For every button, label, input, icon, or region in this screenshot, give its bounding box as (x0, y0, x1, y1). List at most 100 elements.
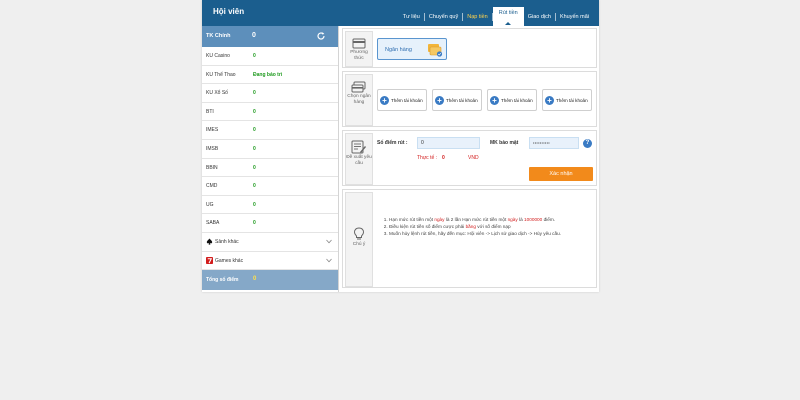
wallet-row: KU Thể Thao Đang bảo trì (202, 66, 338, 85)
note-text: điểm. (542, 217, 556, 222)
chevron-down-icon (326, 258, 332, 262)
note-item: Hạn mức rút tiền một ngày là 2 lần Hạn m… (389, 216, 592, 223)
wallet-value: 0 (253, 145, 256, 152)
wallet-row: BTI 0 (202, 103, 338, 122)
wallet-value: 0 (253, 183, 256, 190)
note-item: Điều kiện rút tiền số điểm cược phải bằn… (389, 223, 592, 230)
other-games-label: Games khác (215, 257, 244, 264)
wallet-name: BTI (206, 108, 214, 115)
method-section: Phương thức Ngân hàng (342, 28, 597, 68)
plus-icon: + (545, 96, 554, 105)
chevron-down-icon (326, 239, 332, 244)
total-points-label: Tổng số điểm (206, 277, 239, 284)
request-tile: Đề xuất yêu cầu (345, 133, 373, 185)
page-title: Hội viên (213, 7, 245, 16)
password-label: MK bảo mật (490, 140, 519, 146)
bank-tile: Chọn ngân hàng (345, 74, 373, 126)
add-account-label: Thêm tài khoản (391, 98, 423, 103)
notes-tile: Chú ý (345, 192, 373, 287)
method-label: Phương thức (350, 50, 368, 61)
main-account-row: TK Chính 0 (202, 26, 338, 47)
wallet-row: SABA 0 (202, 214, 338, 233)
wallet-value: Đang bảo trì (253, 71, 283, 78)
points-input[interactable]: 0 (417, 137, 480, 149)
password-input[interactable]: •••••••••• (529, 137, 579, 149)
wallet-row: BBIN 0 (202, 159, 338, 178)
note-text: Hạn mức rút tiền một (389, 217, 435, 222)
nav-tu-lieu[interactable]: Tư liệu (399, 12, 424, 26)
lightbulb-icon (353, 227, 365, 240)
request-label: Đề xuất yêu cầu (346, 155, 372, 166)
confirm-button[interactable]: Xác nhận (529, 167, 593, 181)
wallet-value: 0 (253, 220, 256, 227)
wallet-name: UG (206, 201, 214, 208)
note-text: là 2 lần Hạn mức rút tiền một (444, 217, 508, 222)
wallet-row: IMSB 0 (202, 140, 338, 159)
wallet-row: CMD 0 (202, 177, 338, 196)
bank-card-icon (428, 44, 443, 57)
wallet-name: CMD (206, 183, 218, 190)
add-account-label: Thêm tài khoản (501, 98, 533, 103)
wallet-sidebar: TK Chính 0 KU Casino 0 KU Thể Thao Đang … (202, 26, 339, 292)
total-points-value: 0 (253, 276, 257, 283)
note-highlight: bằng (465, 224, 476, 229)
note-highlight: 1000000 (524, 217, 543, 222)
seven-icon (206, 256, 213, 264)
method-tile: Phương thức (345, 31, 373, 67)
nav-khuyen-mai[interactable]: Khuyến mãi (556, 12, 593, 26)
nav-chuyen-quy[interactable]: Chuyển quỹ (425, 12, 462, 26)
header-bar: Hội viên Tư liệu Chuyển quỹ Nạp tiền Rút… (202, 0, 599, 26)
top-nav: Tư liệu Chuyển quỹ Nạp tiền Rút tiền Gia… (399, 7, 593, 26)
actual-label: Thực tế : (417, 155, 438, 161)
add-account-label: Thêm tài khoản (446, 98, 478, 103)
add-account-button[interactable]: + Thêm tài khoản (432, 89, 482, 111)
bank-method-button[interactable]: Ngân hàng (377, 38, 447, 60)
note-item: Muốn hủy lệnh rút tiền, hãy đến mục: Hội… (389, 230, 592, 237)
wallet-row: KU Casino 0 (202, 47, 338, 66)
other-halls-toggle[interactable]: Sảnh khác (202, 233, 338, 252)
add-account-button[interactable]: + Thêm tài khoản (377, 89, 427, 111)
bank-method-label: Ngân hàng (385, 47, 412, 53)
bank-section: Chọn ngân hàng + Thêm tài khoản + Thêm t… (342, 71, 597, 127)
wallet-name: IMES (206, 127, 219, 134)
wallet-name: KU Xổ Số (206, 90, 228, 97)
wallet-value: 0 (253, 127, 256, 134)
wallet-value: 0 (253, 201, 256, 208)
wallet-name: SABA (206, 220, 220, 227)
other-games-toggle[interactable]: Games khác (202, 252, 338, 271)
wallet-value: 0 (253, 53, 256, 59)
add-account-label: Thêm tài khoản (556, 98, 588, 103)
nav-rut-tien[interactable]: Rút tiền (492, 7, 524, 26)
plus-icon: + (380, 96, 389, 105)
currency-label: VND (468, 155, 479, 161)
main-account-value: 0 (252, 32, 256, 39)
total-points-row: Tổng số điểm 0 (202, 270, 338, 291)
nav-giao-dich[interactable]: Giao dịch (524, 12, 555, 26)
main-account-label: TK Chính (206, 33, 231, 39)
plus-icon: + (435, 96, 444, 105)
add-account-button[interactable]: + Thêm tài khoản (542, 89, 592, 111)
help-icon[interactable]: ? (583, 139, 592, 148)
spade-icon (206, 238, 213, 245)
actual-value: 0 (442, 155, 445, 161)
card-stack-icon (351, 81, 366, 93)
add-account-button[interactable]: + Thêm tài khoản (487, 89, 537, 111)
refresh-icon[interactable] (316, 31, 326, 41)
wallet-name: BBIN (206, 164, 218, 171)
nav-nap-tien[interactable]: Nạp tiền (463, 12, 492, 26)
notes-section: Chú ý Hạn mức rút tiền một ngày là 2 lần… (342, 189, 597, 288)
wallet-name: KU Casino (206, 53, 230, 59)
wallet-name: IMSB (206, 145, 219, 152)
points-label: Số điểm rút : (377, 140, 408, 146)
wallet-name: KU Thể Thao (206, 71, 236, 78)
wallet-row: IMES 0 (202, 121, 338, 140)
wallet-value: 0 (253, 164, 256, 171)
wallet-row: UG 0 (202, 196, 338, 215)
wallet-value: 0 (253, 108, 256, 115)
note-highlight: ngày (507, 217, 518, 222)
card-icon (352, 38, 366, 49)
wallet-row: KU Xổ Số 0 (202, 84, 338, 103)
wallet-value: 0 (253, 90, 256, 97)
notes-label: Chú ý (352, 242, 366, 247)
member-panel: Hội viên Tư liệu Chuyển quỹ Nạp tiền Rút… (202, 0, 599, 292)
